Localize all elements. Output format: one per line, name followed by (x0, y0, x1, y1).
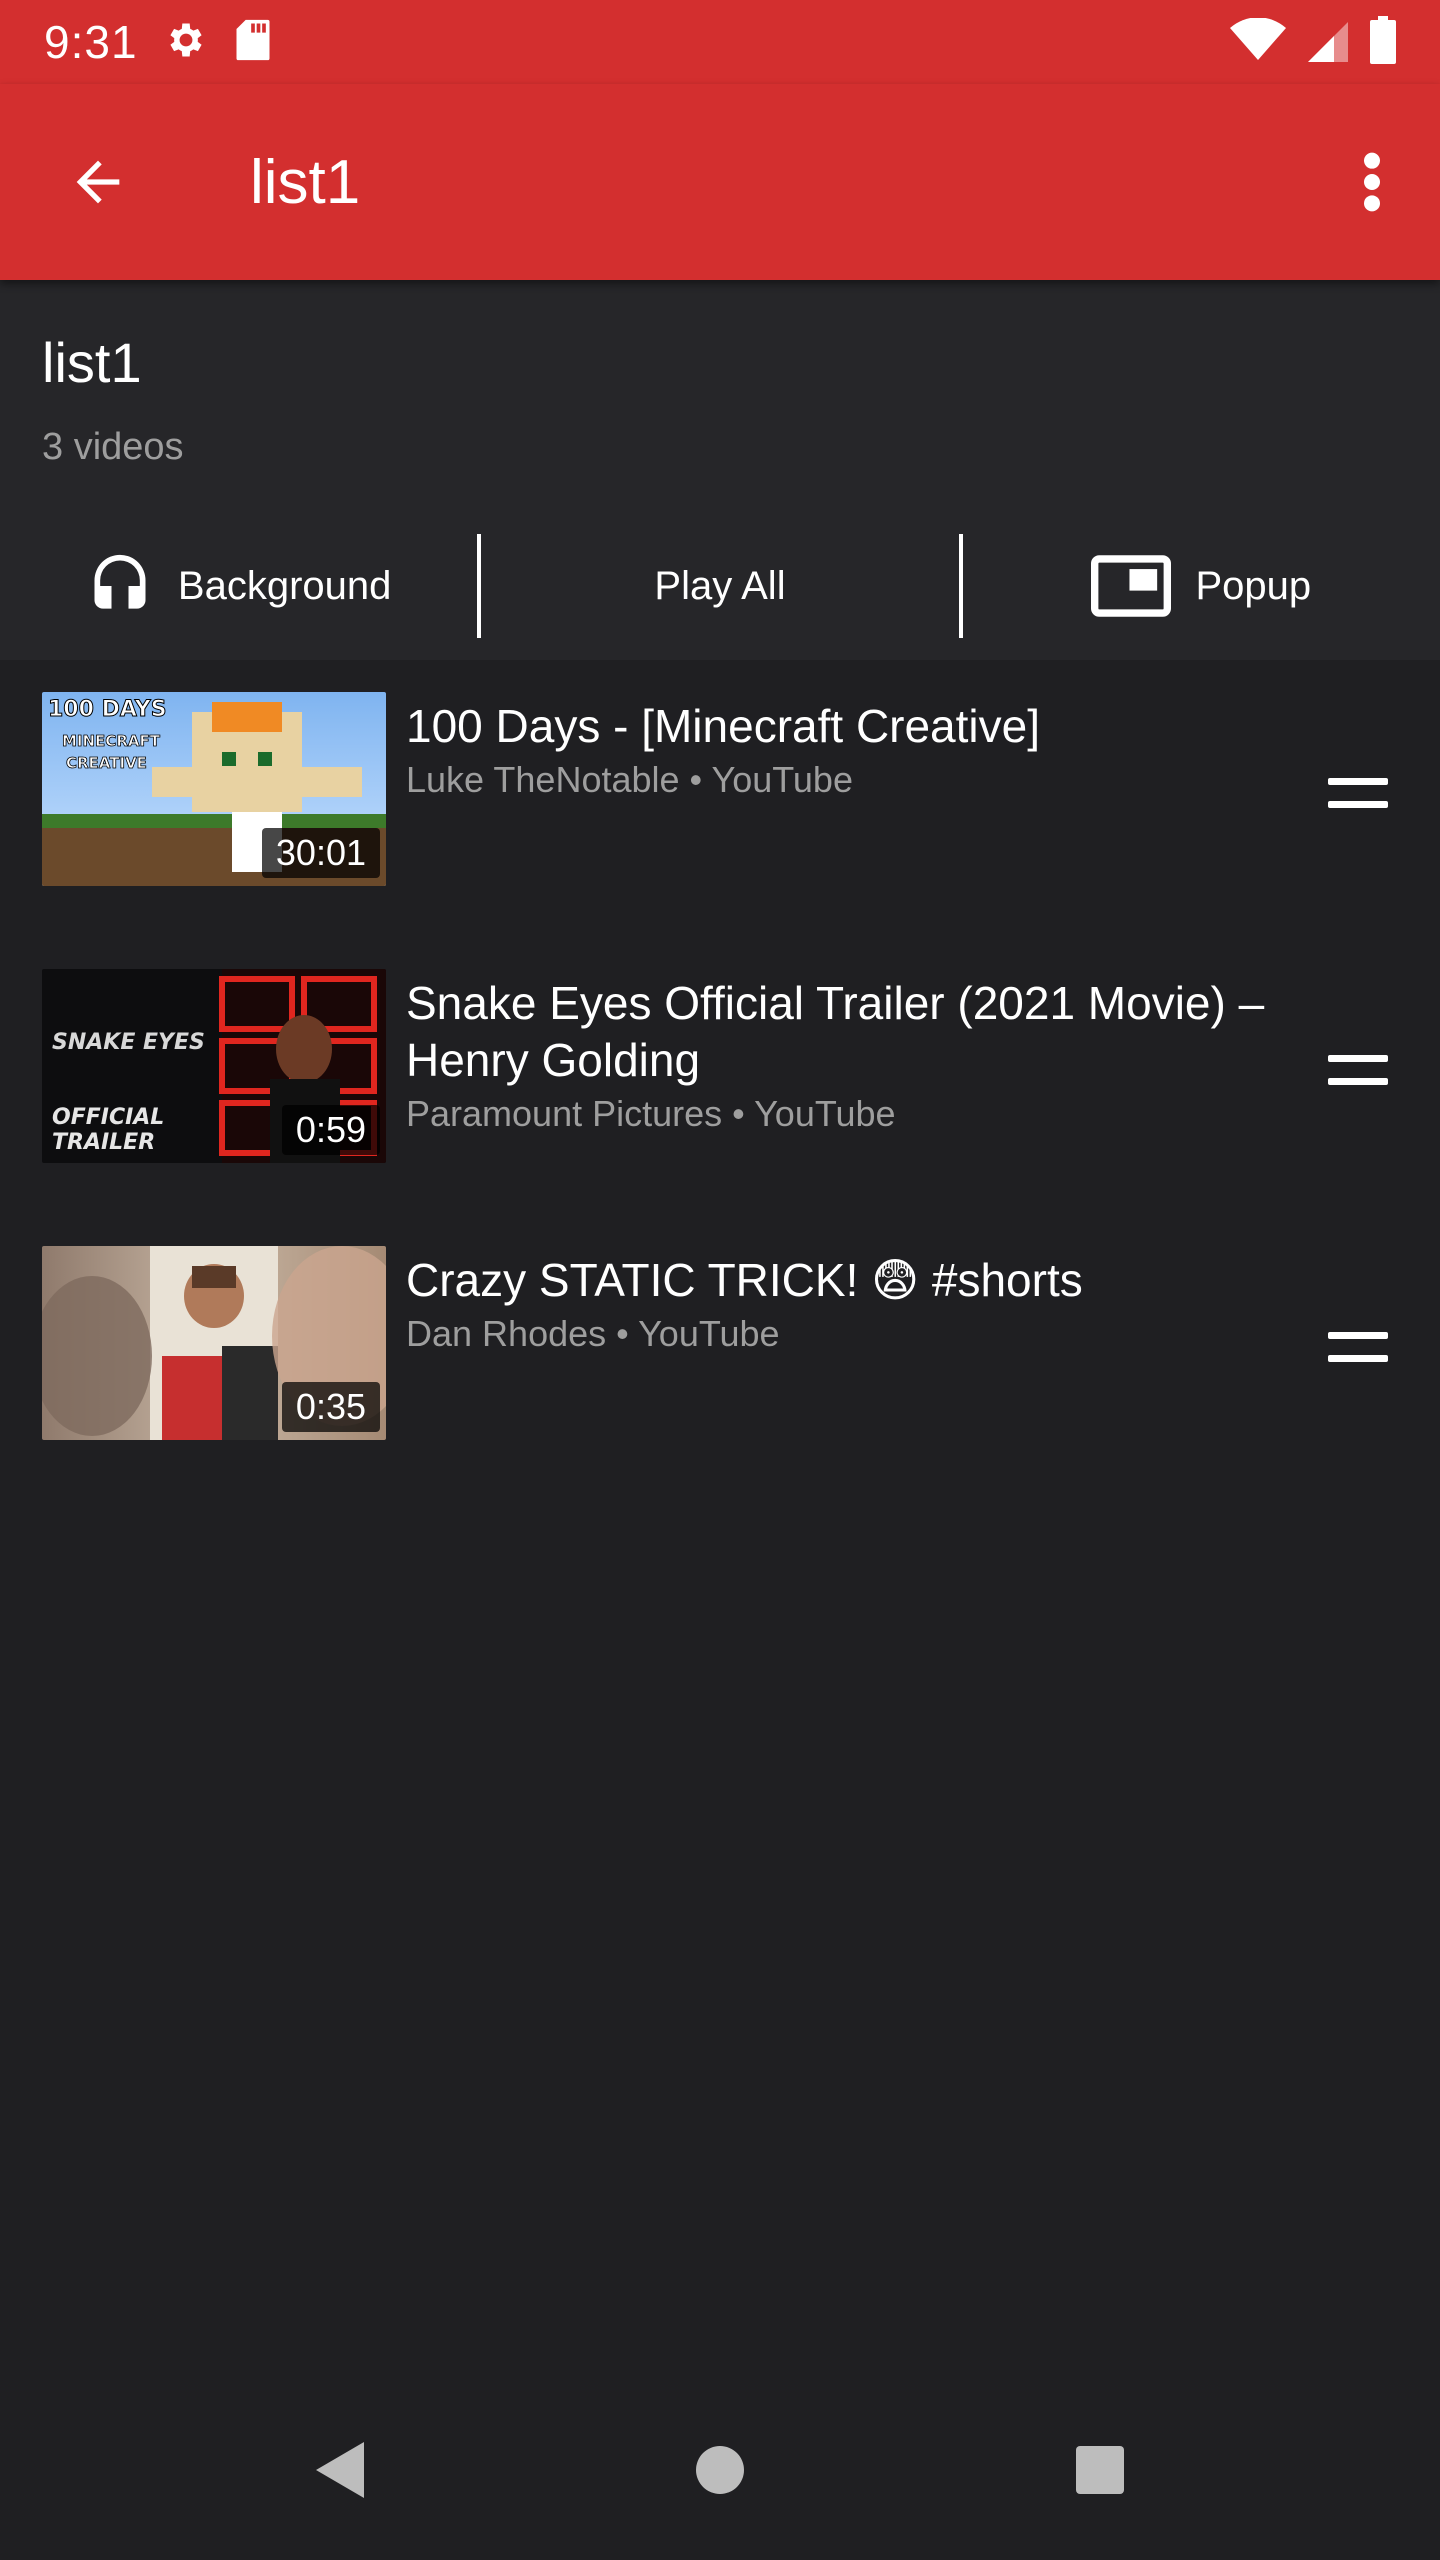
thumb-text: 100 DAYS (48, 697, 167, 722)
back-button[interactable] (48, 132, 148, 232)
video-channel: Paramount Pictures • YouTube (406, 1093, 896, 1134)
drag-handle-line (1328, 801, 1388, 808)
battery-icon (1370, 15, 1396, 69)
video-duration: 30:01 (261, 828, 380, 878)
headphones-icon (94, 554, 146, 609)
thumb-text: TRAILER (52, 1130, 155, 1155)
nav-back-button[interactable] (300, 2430, 380, 2510)
video-meta: Crazy STATIC TRICK! 😨 #shorts Dan Rhodes… (406, 1252, 1286, 1355)
video-meta: Snake Eyes Official Trailer (2021 Movie)… (406, 975, 1286, 1135)
video-thumbnail[interactable]: 0:35 (42, 1246, 386, 1440)
video-channel: Dan Rhodes • YouTube (406, 1313, 780, 1354)
screen: 9:31 list1 list1 3 videos Background Pla… (0, 0, 1440, 2560)
thumb-text: MINECRAFT (62, 732, 161, 750)
toolbar-title: list1 (250, 147, 361, 217)
thumb-text: CREATIVE (66, 754, 147, 772)
video-meta: 100 Days - [Minecraft Creative] Luke The… (406, 698, 1286, 801)
wifi-icon (1230, 16, 1286, 67)
background-label: Background (177, 563, 392, 608)
play-all-button[interactable]: Play All (481, 512, 958, 660)
arrow-back-icon (76, 160, 120, 204)
list-item[interactable]: 100 DAYS MINECRAFT CREATIVE 30:01 100 Da… (0, 660, 1440, 937)
drag-handle-line (1328, 1332, 1388, 1339)
popup-label: Popup (1195, 563, 1312, 608)
drag-handle[interactable] (1328, 1055, 1388, 1085)
drag-handle-line (1328, 778, 1388, 785)
list-item[interactable]: SNAKE EYES OFFICIAL TRAILER 0:59 Snake E… (0, 937, 1440, 1214)
triangle-back-icon (316, 2442, 364, 2498)
popup-icon (1091, 555, 1172, 617)
video-thumbnail[interactable]: 100 DAYS MINECRAFT CREATIVE 30:01 (42, 692, 386, 886)
video-duration: 0:59 (281, 1105, 380, 1155)
playlist-header: list1 3 videos Background Play All Popup (0, 280, 1440, 660)
settings-icon (164, 18, 208, 67)
playlist-title: list1 (42, 331, 142, 394)
drag-handle-line (1328, 1355, 1388, 1362)
video-title: 100 Days - [Minecraft Creative] (406, 700, 1041, 752)
play-all-label: Play All (654, 563, 786, 608)
nav-home-button[interactable] (680, 2430, 760, 2510)
video-thumbnail[interactable]: SNAKE EYES OFFICIAL TRAILER 0:59 (42, 969, 386, 1163)
thumb-text: OFFICIAL (52, 1105, 164, 1130)
more-options-button[interactable] (1342, 132, 1402, 232)
popup-button[interactable]: Popup (963, 512, 1440, 660)
list-item[interactable]: 0:35 Crazy STATIC TRICK! 😨 #shorts Dan R… (0, 1214, 1440, 1491)
video-list: 100 DAYS MINECRAFT CREATIVE 30:01 100 Da… (0, 660, 1440, 1491)
more-vert-icon (1364, 152, 1380, 212)
thumb-text: SNAKE EYES (52, 1030, 205, 1055)
playlist-actions: Background Play All Popup (0, 512, 1440, 660)
toolbar: list1 (0, 84, 1440, 280)
background-button[interactable]: Background (0, 512, 477, 660)
nav-recents-button[interactable] (1060, 2430, 1140, 2510)
square-recents-icon (1076, 2446, 1124, 2494)
video-duration: 0:35 (281, 1382, 380, 1432)
system-nav-bar (0, 2380, 1440, 2560)
drag-handle-line (1328, 1078, 1388, 1085)
circle-home-icon (696, 2446, 744, 2494)
drag-handle[interactable] (1328, 778, 1388, 808)
drag-handle-line (1328, 1055, 1388, 1062)
sd-card-icon (234, 18, 272, 67)
signal-icon (1308, 18, 1348, 67)
video-title: Snake Eyes Official Trailer (2021 Movie)… (406, 977, 1265, 1086)
video-title: Crazy STATIC TRICK! 😨 #shorts (406, 1254, 1083, 1306)
playlist-video-count: 3 videos (42, 426, 184, 468)
status-bar: 9:31 (0, 0, 1440, 84)
status-time: 9:31 (44, 16, 138, 68)
video-channel: Luke TheNotable • YouTube (406, 759, 853, 800)
drag-handle[interactable] (1328, 1332, 1388, 1362)
